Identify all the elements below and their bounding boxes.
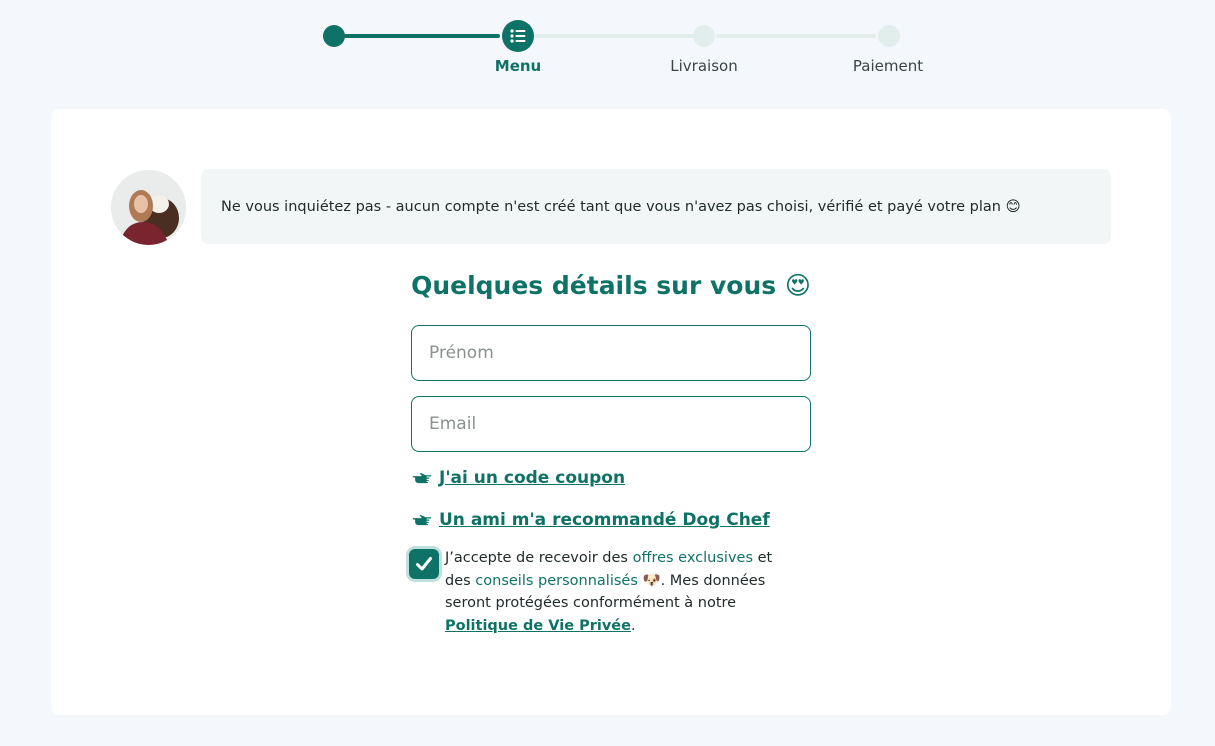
form-title: Quelques détails sur vous 😍 <box>411 271 811 300</box>
pointing-hand-icon <box>412 514 432 526</box>
details-card: Ne vous inquiétez pas - aucun compte n'e… <box>51 109 1171 715</box>
stepper-track-completed <box>344 34 500 38</box>
list-icon <box>510 29 526 43</box>
checkmark-icon <box>416 557 432 571</box>
step-label-menu: Menu <box>494 57 542 75</box>
step-label-paiement: Paiement <box>852 57 924 75</box>
consent-text: J’accepte de recevoir des offres exclusi… <box>445 547 795 637</box>
pointing-hand-icon <box>412 472 432 484</box>
step-menu-dot <box>502 20 534 52</box>
step-livraison-dot <box>693 25 715 47</box>
avatar <box>111 170 186 245</box>
coupon-code-link[interactable]: J'ai un code coupon <box>439 468 625 488</box>
step-paiement-dot <box>878 25 900 47</box>
stepper-track-pending <box>534 34 694 38</box>
avatar-photo <box>111 170 186 245</box>
email-input[interactable] <box>411 396 811 452</box>
first-name-input[interactable] <box>411 325 811 381</box>
privacy-policy-link[interactable]: Politique de Vie Privée <box>445 618 631 634</box>
progress-stepper: Menu Livraison Paiement <box>0 0 1215 90</box>
notice-bubble: Ne vous inquiétez pas - aucun compte n'e… <box>201 169 1111 244</box>
personalized-tips-highlight: conseils personnalisés <box>475 572 638 589</box>
referral-link[interactable]: Un ami m'a recommandé Dog Chef <box>439 510 770 530</box>
step-start-dot <box>323 25 345 47</box>
exclusive-offers-highlight: offres exclusives <box>632 550 754 566</box>
dog-emoji: 🐶 <box>637 572 661 589</box>
step-label-livraison: Livraison <box>670 57 738 75</box>
referral-link-row: Un ami m'a recommandé Dog Chef <box>411 509 770 531</box>
coupon-link-row: J'ai un code coupon <box>411 467 625 489</box>
stepper-track-pending <box>716 34 876 38</box>
notice-text: Ne vous inquiétez pas - aucun compte n'e… <box>221 198 1021 215</box>
consent-row: J’accepte de recevoir des offres exclusi… <box>409 547 809 637</box>
consent-checkbox[interactable] <box>409 549 439 579</box>
consent-text-part: J’accepte de recevoir des <box>445 550 633 566</box>
consent-text-end: . <box>630 617 636 634</box>
